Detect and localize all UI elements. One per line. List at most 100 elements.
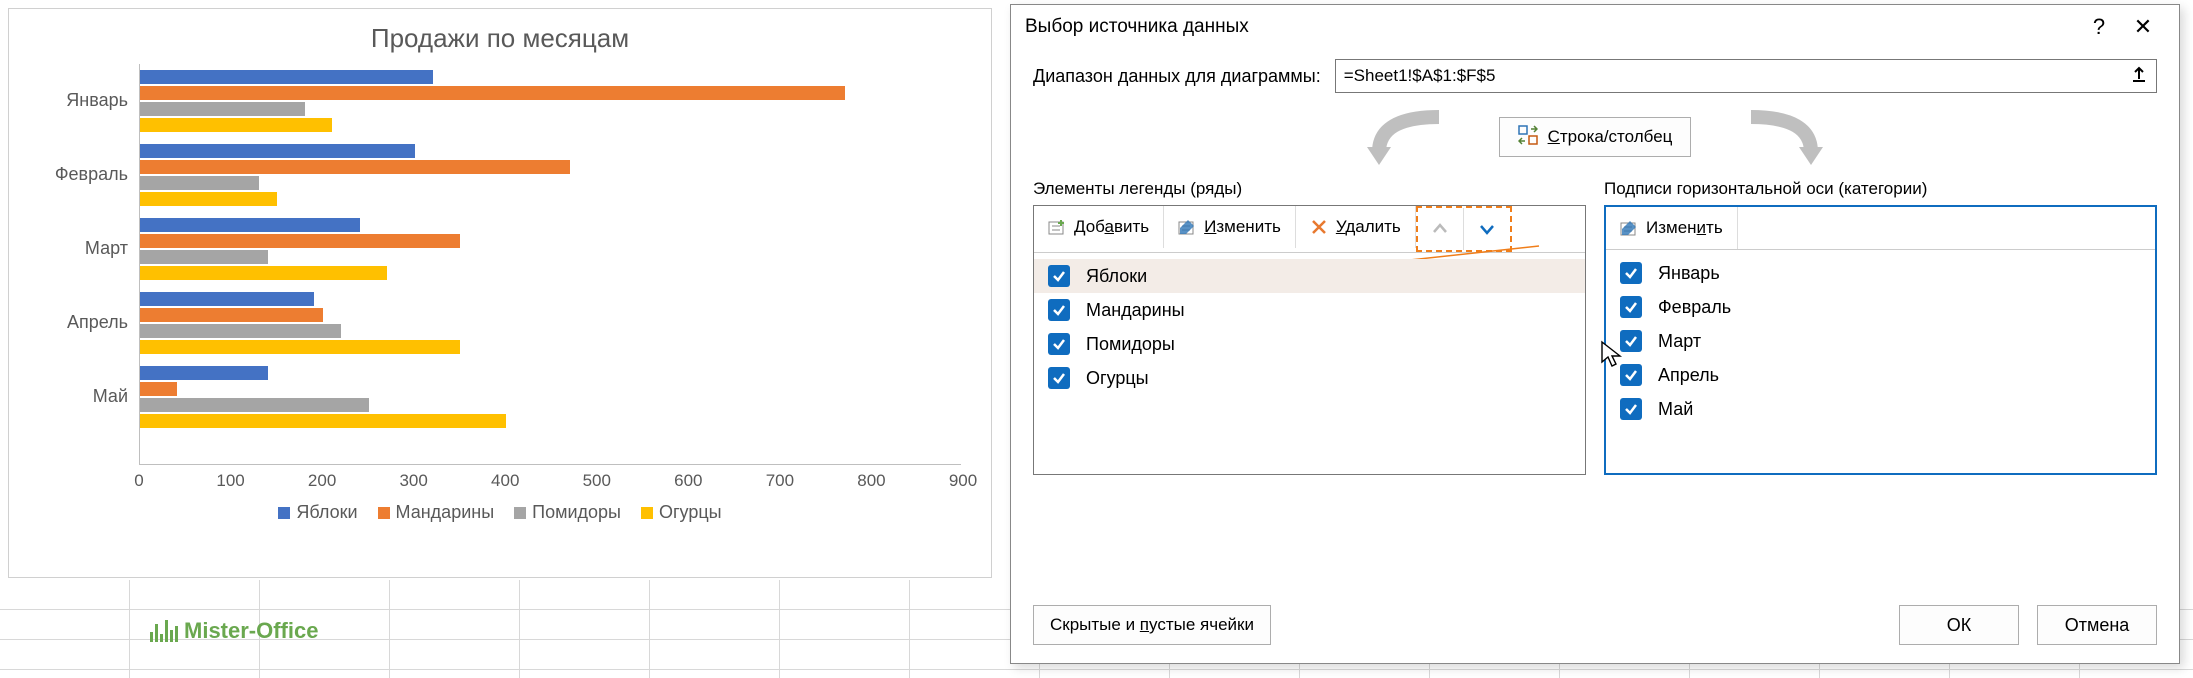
bar	[140, 176, 259, 190]
hidden-empty-cells-button[interactable]: Скрытые и пустые ячейки	[1033, 605, 1271, 645]
x-tick: 400	[491, 471, 519, 491]
bar	[140, 382, 177, 396]
delete-icon	[1310, 218, 1328, 236]
legend-panel-label: Элементы легенды (ряды)	[1033, 179, 1586, 199]
add-series-button[interactable]: Добавить	[1034, 206, 1164, 248]
x-tick: 0	[134, 471, 143, 491]
x-tick: 600	[674, 471, 702, 491]
legend-item: Яблоки	[278, 502, 357, 522]
legend-series-panel: Добавить Изменить Удалить	[1033, 205, 1586, 475]
bar	[140, 414, 506, 428]
x-tick: 100	[216, 471, 244, 491]
switch-icon	[1518, 125, 1538, 150]
arrow-right-down-icon	[1731, 107, 1831, 167]
move-down-button[interactable]	[1464, 208, 1510, 250]
list-item-label: Яблоки	[1086, 266, 1147, 287]
category-group: Февраль	[140, 138, 961, 212]
bar	[140, 160, 570, 174]
bar	[140, 218, 360, 232]
legend-swatch	[641, 507, 653, 519]
checkbox[interactable]	[1048, 367, 1070, 389]
bar	[140, 118, 332, 132]
chart-legend: Яблоки Мандарины Помидоры Огурцы	[9, 502, 991, 523]
list-item-label: Мандарины	[1086, 300, 1185, 321]
list-item[interactable]: Март	[1606, 324, 2155, 358]
switch-row-column-button[interactable]: Строка/столбец	[1499, 117, 1692, 157]
bar	[140, 144, 415, 158]
edit-icon	[1620, 219, 1638, 237]
list-item-label: Февраль	[1658, 297, 1731, 318]
chart[interactable]: Продажи по месяцам ЯнварьФевральМартАпре…	[8, 8, 992, 578]
list-item[interactable]: Февраль	[1606, 290, 2155, 324]
checkbox[interactable]	[1620, 330, 1642, 352]
logo-icon	[150, 620, 178, 642]
list-item[interactable]: Огурцы	[1034, 361, 1585, 395]
x-tick: 700	[766, 471, 794, 491]
checkbox[interactable]	[1048, 333, 1070, 355]
edit-series-button[interactable]: Изменить	[1164, 206, 1296, 248]
category-group: Май	[140, 360, 961, 434]
list-item[interactable]: Апрель	[1606, 358, 2155, 392]
list-item[interactable]: Мандарины	[1034, 293, 1585, 327]
close-button[interactable]: ✕	[2121, 14, 2165, 40]
logo: Mister-Office	[150, 618, 318, 644]
select-data-source-dialog: Выбор источника данных ? ✕ Диапазон данн…	[1010, 4, 2180, 664]
checkbox[interactable]	[1048, 265, 1070, 287]
checkbox[interactable]	[1620, 364, 1642, 386]
chart-x-axis: 0100200300400500600700800900	[139, 464, 961, 494]
bar	[140, 366, 268, 380]
checkbox[interactable]	[1620, 296, 1642, 318]
legend-swatch	[514, 507, 526, 519]
category-label: Май	[20, 386, 140, 407]
bar	[140, 250, 268, 264]
category-label: Январь	[20, 90, 140, 111]
bar	[140, 102, 305, 116]
delete-series-button[interactable]: Удалить	[1296, 206, 1416, 248]
legend-item: Мандарины	[378, 502, 495, 522]
bar	[140, 340, 460, 354]
cancel-button[interactable]: Отмена	[2037, 605, 2157, 645]
bar	[140, 86, 845, 100]
ok-button[interactable]: ОК	[1899, 605, 2019, 645]
category-label: Март	[20, 238, 140, 259]
x-tick: 500	[583, 471, 611, 491]
axis-labels-panel: Изменить Январь Февраль МартАпрель Май	[1604, 205, 2157, 475]
list-item-label: Май	[1658, 399, 1693, 420]
legend-swatch	[278, 507, 290, 519]
x-tick: 300	[399, 471, 427, 491]
list-item[interactable]: Май	[1606, 392, 2155, 426]
bar	[140, 192, 277, 206]
checkbox[interactable]	[1048, 299, 1070, 321]
category-label: Февраль	[20, 164, 140, 185]
legend-item: Огурцы	[641, 502, 722, 522]
list-item-label: Январь	[1658, 263, 1720, 284]
x-tick: 900	[949, 471, 977, 491]
category-group: Январь	[140, 64, 961, 138]
bar	[140, 308, 323, 322]
checkbox[interactable]	[1620, 398, 1642, 420]
x-tick: 800	[857, 471, 885, 491]
checkbox[interactable]	[1620, 262, 1642, 284]
chart-data-range-input[interactable]: =Sheet1!$A$1:$F$5	[1335, 59, 2157, 93]
x-tick: 200	[308, 471, 336, 491]
legend-swatch	[378, 507, 390, 519]
help-button[interactable]: ?	[2077, 14, 2121, 40]
dialog-title: Выбор источника данных	[1025, 16, 1249, 38]
list-item-label: Огурцы	[1086, 368, 1149, 389]
bar	[140, 292, 314, 306]
bar	[140, 234, 460, 248]
move-up-button	[1418, 208, 1464, 250]
add-icon	[1048, 218, 1066, 236]
range-label: Диапазон данных для диаграммы:	[1033, 66, 1321, 87]
list-item[interactable]: Январь	[1606, 256, 2155, 290]
category-group: Апрель	[140, 286, 961, 360]
dialog-titlebar: Выбор источника данных ? ✕	[1011, 5, 2179, 49]
legend-item: Помидоры	[514, 502, 621, 522]
list-item[interactable]: Помидоры	[1034, 327, 1585, 361]
logo-text: Mister-Office	[184, 618, 318, 644]
switch-label: Строка/столбец	[1548, 127, 1673, 147]
collapse-dialog-icon[interactable]	[2130, 65, 2148, 88]
edit-axis-button[interactable]: Изменить	[1606, 207, 1738, 249]
list-item[interactable]: Яблоки	[1034, 259, 1585, 293]
range-value: =Sheet1!$A$1:$F$5	[1344, 66, 1496, 86]
